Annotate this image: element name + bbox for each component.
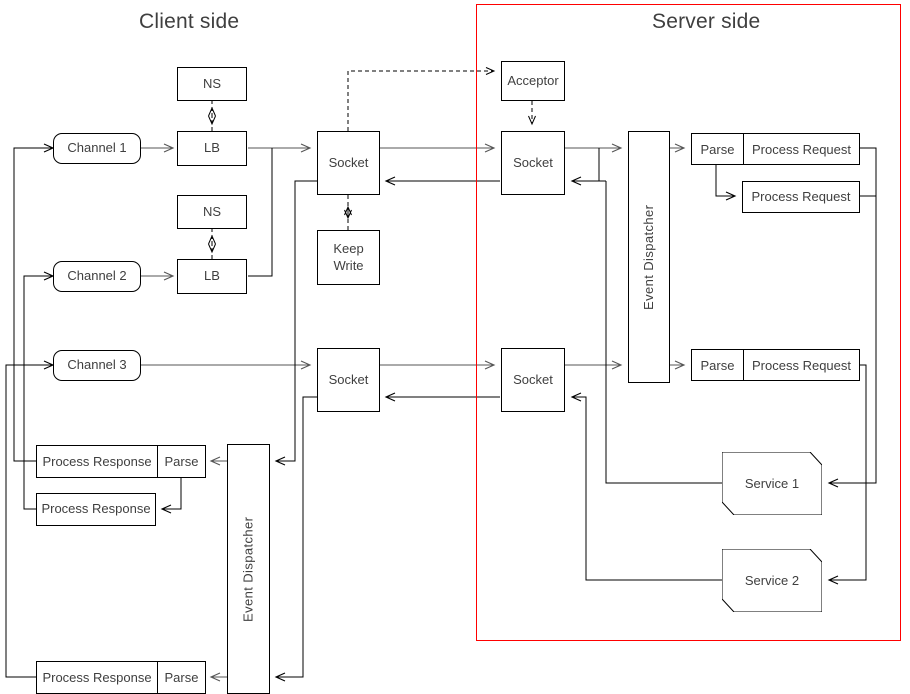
parse-request-3-cell[interactable]: Parse	[692, 350, 743, 380]
diagram-canvas: Client side Server side Channel 1 Channe…	[0, 0, 910, 694]
parse-response-3-cell[interactable]: Parse	[157, 662, 205, 693]
name-service-1-box[interactable]: NS	[177, 67, 247, 101]
service-1-box[interactable]: Service 1	[722, 452, 822, 515]
name-service-1-label: NS	[202, 75, 222, 91]
service-2-label: Service 2	[744, 573, 800, 588]
client-socket-1-box[interactable]: Socket	[317, 131, 380, 195]
client-socket-2-box[interactable]: Socket	[317, 348, 380, 412]
parse-response-3-label: Parse	[164, 670, 199, 685]
parse-response-1-label: Parse	[164, 454, 199, 469]
process-request-3-label: Process Request	[752, 357, 851, 373]
process-request-1-cell[interactable]: Process Request	[743, 134, 859, 164]
channel-3-label: Channel 3	[67, 357, 127, 373]
client-socket-1-label: Socket	[328, 154, 369, 170]
client-socket-2-label: Socket	[328, 371, 369, 387]
process-request-1-label: Process Request	[752, 141, 851, 157]
process-request-2-box[interactable]: Process Request	[742, 181, 860, 213]
process-response-3-label: Process Response	[42, 670, 152, 685]
name-service-2-label: NS	[202, 203, 222, 219]
server-socket-2-label: Socket	[513, 371, 553, 387]
server-socket-1-label: Socket	[513, 154, 553, 170]
process-response-1-label: Process Response	[42, 454, 152, 469]
acceptor-box[interactable]: Acceptor	[501, 61, 565, 101]
server-socket-2-box[interactable]: Socket	[501, 348, 565, 412]
client-response-group-1: Process Response Parse	[36, 445, 206, 478]
client-event-dispatcher-box[interactable]: Event Dispatcher	[227, 444, 270, 694]
parse-request-3-label: Parse	[700, 357, 735, 373]
load-balancer-1-label: LB	[204, 140, 220, 156]
keep-write-line-2: Write	[333, 257, 364, 273]
channel-2-box[interactable]: Channel 2	[53, 261, 141, 292]
process-response-2-label: Process Response	[41, 501, 151, 517]
channel-1-box[interactable]: Channel 1	[53, 133, 141, 164]
process-request-3-cell[interactable]: Process Request	[743, 350, 859, 380]
channel-2-label: Channel 2	[67, 268, 127, 284]
keep-write-box[interactable]: Keep Write	[317, 230, 380, 285]
server-request-group-1: Parse Process Request	[691, 133, 860, 165]
process-request-2-label: Process Request	[751, 188, 851, 204]
client-response-group-3: Process Response Parse	[36, 661, 206, 694]
keep-write-line-1: Keep	[333, 241, 364, 257]
process-response-1-cell[interactable]: Process Response	[37, 446, 157, 477]
server-event-dispatcher-box[interactable]: Event Dispatcher	[628, 131, 670, 383]
server-request-group-3: Parse Process Request	[691, 349, 860, 381]
parse-response-1-cell[interactable]: Parse	[157, 446, 205, 477]
process-response-3-cell[interactable]: Process Response	[37, 662, 157, 693]
server-socket-1-box[interactable]: Socket	[501, 131, 565, 195]
load-balancer-2-label: LB	[204, 268, 220, 284]
parse-request-1-label: Parse	[700, 141, 735, 157]
name-service-2-box[interactable]: NS	[177, 195, 247, 229]
page-title-client: Client side	[139, 10, 240, 33]
channel-1-label: Channel 1	[67, 140, 127, 156]
process-response-2-box[interactable]: Process Response	[36, 493, 156, 526]
service-2-box[interactable]: Service 2	[722, 549, 822, 612]
service-1-label: Service 1	[744, 476, 800, 491]
channel-3-box[interactable]: Channel 3	[53, 350, 141, 381]
load-balancer-2-box[interactable]: LB	[177, 259, 247, 294]
load-balancer-1-box[interactable]: LB	[177, 131, 247, 166]
client-event-dispatcher-label: Event Dispatcher	[240, 516, 256, 622]
acceptor-label: Acceptor	[507, 72, 559, 88]
page-title-server: Server side	[652, 10, 761, 33]
server-event-dispatcher-label: Event Dispatcher	[640, 204, 656, 310]
parse-request-1-cell[interactable]: Parse	[692, 134, 743, 164]
